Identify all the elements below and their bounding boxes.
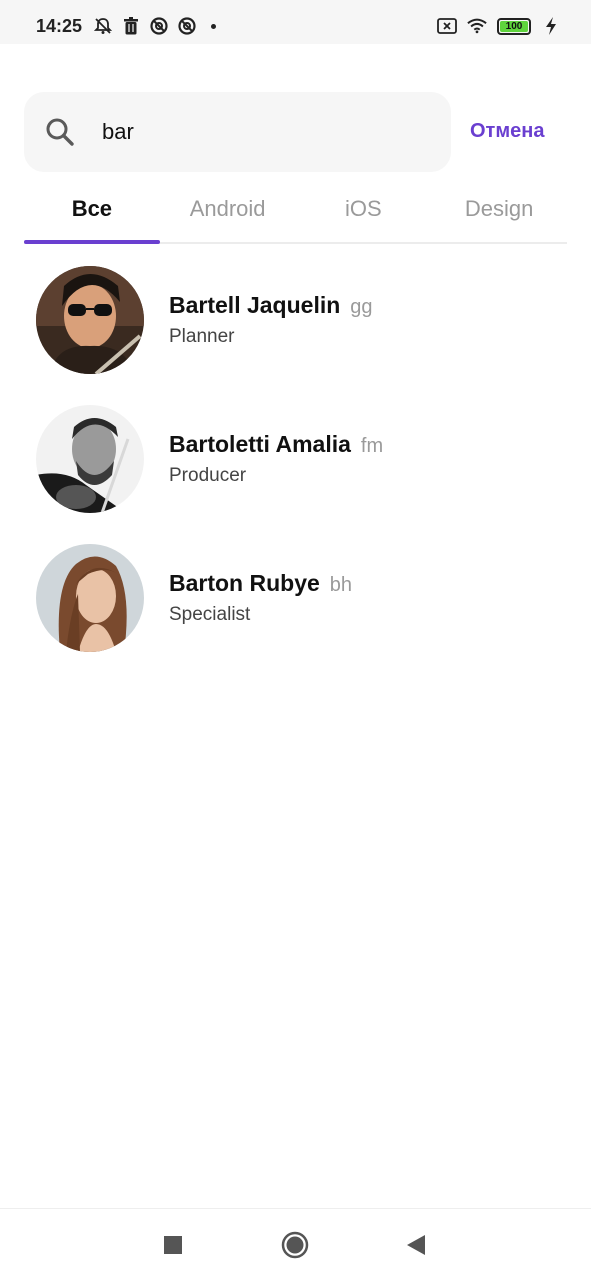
- wifi-icon: [467, 16, 487, 36]
- avatar: [36, 266, 144, 374]
- contact-name: Bartell Jaquelin: [169, 292, 341, 318]
- status-notification-icons: [93, 16, 216, 36]
- notification-icon: [149, 16, 169, 36]
- tab-ios[interactable]: iOS: [296, 188, 432, 242]
- search-box[interactable]: [24, 92, 451, 172]
- search-icon: [44, 116, 76, 148]
- charging-icon: [541, 16, 561, 36]
- trash-icon: [121, 16, 141, 36]
- tab-all[interactable]: Все: [24, 188, 160, 244]
- tab-design[interactable]: Design: [431, 188, 567, 242]
- contact-name-row: Bartell Jaquelin gg: [169, 292, 373, 319]
- status-time: 14:25: [36, 16, 83, 36]
- bell-off-icon: [93, 16, 113, 36]
- sim-off-icon: [437, 16, 457, 36]
- contact-role: Producer: [169, 465, 247, 486]
- filter-tabs: Все Android iOS Design: [24, 188, 567, 244]
- battery-level: 100: [500, 20, 528, 32]
- more-dot-icon: [211, 23, 216, 29]
- cancel-button[interactable]: Отмена: [470, 120, 544, 143]
- contact-name-row: Barton Rubye bh: [169, 570, 352, 597]
- list-item[interactable]: Bartoletti Amalia fm Producer: [36, 403, 566, 542]
- battery-icon: 100: [497, 17, 531, 35]
- contact-handle: bh: [329, 574, 353, 596]
- status-bar: 14:25 100: [0, 0, 591, 44]
- recents-square-icon[interactable]: [159, 1231, 187, 1259]
- list-item[interactable]: Bartell Jaquelin gg Planner: [36, 264, 566, 403]
- contact-handle: fm: [360, 435, 384, 457]
- avatar: [36, 544, 144, 652]
- contact-role: Planner: [169, 326, 235, 347]
- list-item[interactable]: Barton Rubye bh Specialist: [36, 542, 566, 681]
- tab-android[interactable]: Android: [160, 188, 296, 242]
- system-nav-bar: [0, 1208, 591, 1280]
- contact-handle: gg: [350, 296, 373, 318]
- contact-name-row: Bartoletti Amalia fm: [169, 431, 383, 458]
- contact-name: Barton Rubye: [169, 570, 320, 596]
- avatar: [36, 405, 144, 513]
- contact-role: Specialist: [169, 604, 251, 625]
- contact-list: Bartell Jaquelin gg Planner Bartoletti A…: [36, 264, 566, 681]
- home-circle-icon[interactable]: [281, 1231, 309, 1259]
- notification-icon: [177, 16, 197, 36]
- search-input[interactable]: [102, 112, 432, 152]
- back-triangle-icon[interactable]: [402, 1231, 430, 1259]
- contact-name: Bartoletti Amalia: [169, 431, 351, 457]
- status-system-icons: 100: [437, 16, 561, 36]
